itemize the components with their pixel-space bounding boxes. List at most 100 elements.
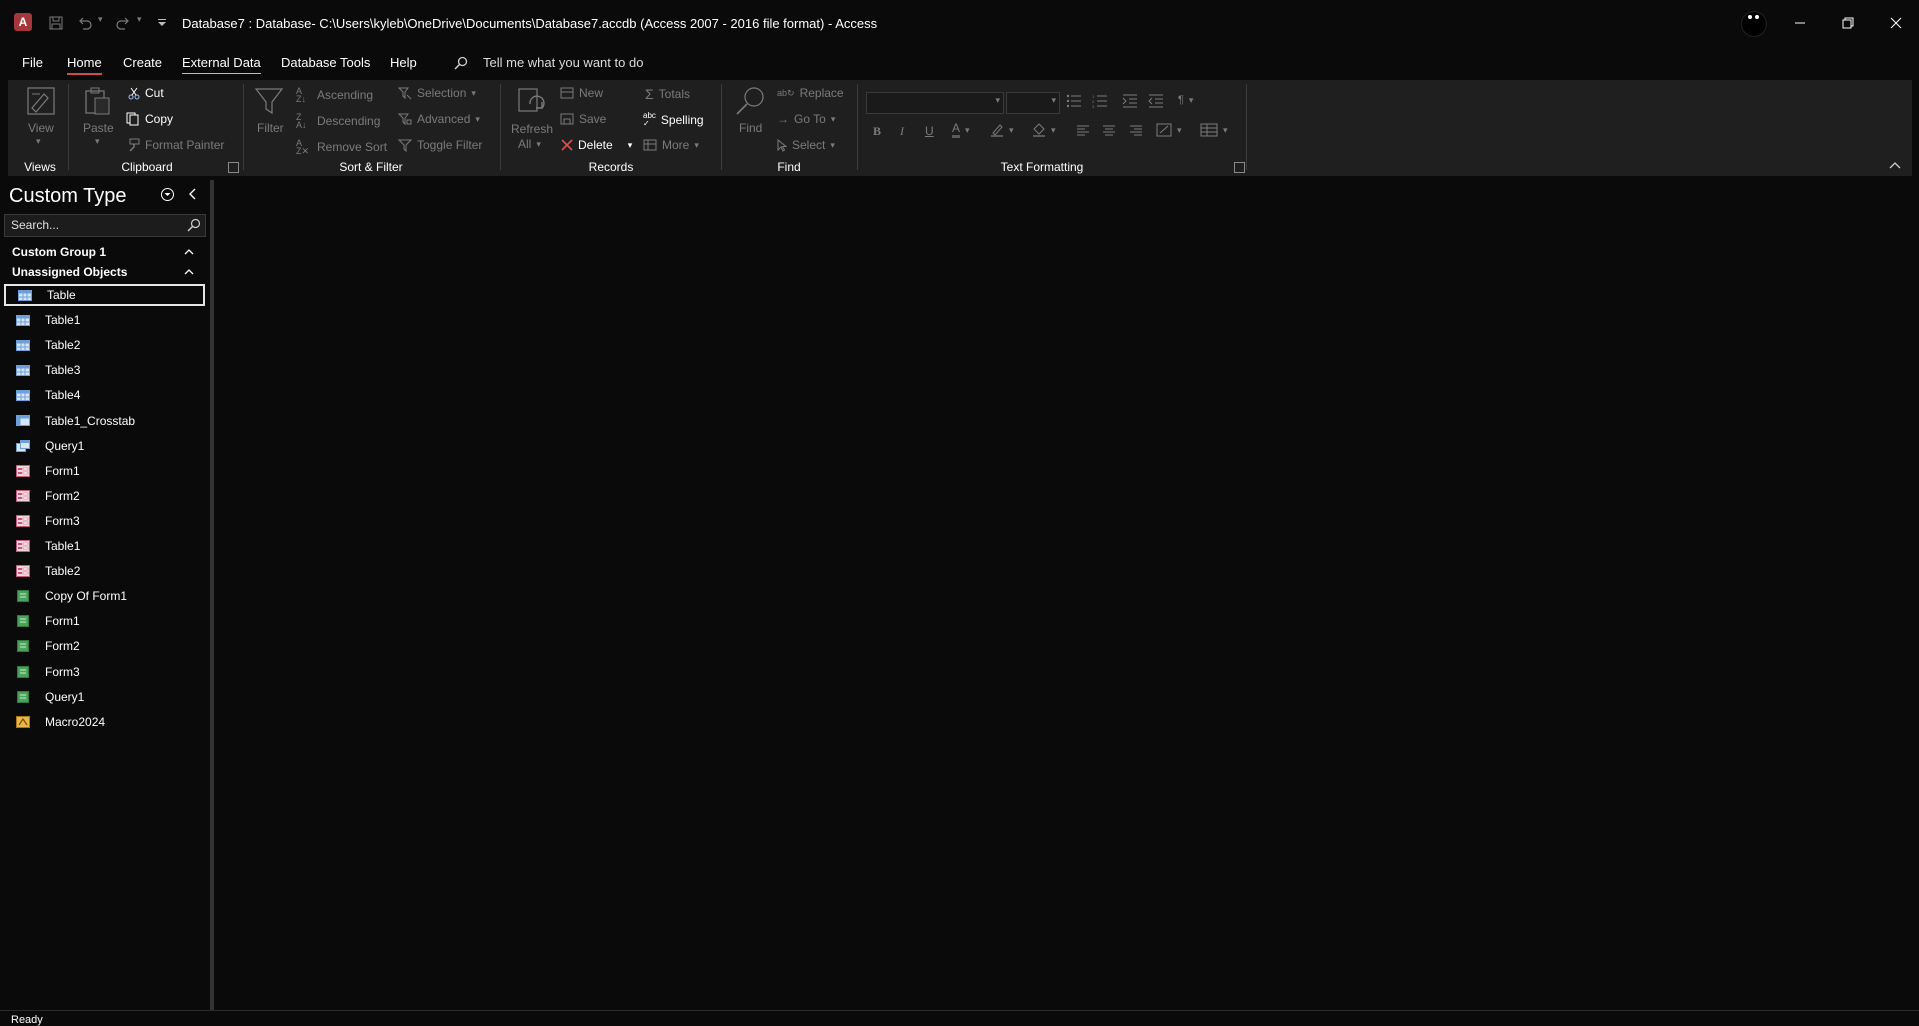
font-name-combo[interactable]: ▾ bbox=[866, 92, 1004, 114]
paste-button[interactable]: Paste bbox=[83, 121, 114, 135]
tab-external-data[interactable]: External Data bbox=[182, 55, 261, 74]
redo-icon[interactable] bbox=[112, 12, 134, 34]
background-color-button[interactable]: ▾ bbox=[1032, 123, 1056, 137]
nav-item[interactable]: Table1 bbox=[4, 535, 205, 557]
chevron-up-icon[interactable] bbox=[184, 248, 194, 255]
replace-button[interactable]: ab↻ Replace bbox=[777, 86, 844, 100]
nav-item[interactable]: Form3 bbox=[4, 510, 205, 532]
selection-button[interactable]: Selection ▾ bbox=[398, 86, 476, 100]
filter-button[interactable]: Filter bbox=[257, 121, 284, 135]
clipboard-dialog-launcher-icon[interactable] bbox=[228, 162, 239, 173]
goto-label: Go To bbox=[794, 112, 826, 126]
redo-dropdown-icon[interactable]: ▾ bbox=[137, 14, 142, 25]
align-center-icon[interactable] bbox=[1102, 125, 1116, 137]
nav-item[interactable]: Form2 bbox=[4, 635, 205, 657]
restore-button[interactable] bbox=[1825, 0, 1871, 46]
delete-button[interactable]: Delete ▾ bbox=[561, 138, 632, 152]
close-button[interactable] bbox=[1873, 0, 1919, 46]
advanced-button[interactable]: Advanced ▾ bbox=[398, 112, 480, 126]
undo-dropdown-icon[interactable]: ▾ bbox=[98, 14, 103, 25]
font-size-combo[interactable]: ▾ bbox=[1006, 92, 1060, 114]
nav-item[interactable]: Table2 bbox=[4, 560, 205, 582]
increase-indent-icon[interactable] bbox=[1122, 94, 1138, 108]
nav-item[interactable]: Table2 bbox=[4, 334, 205, 356]
numbering-icon[interactable]: 123 bbox=[1092, 94, 1108, 108]
font-color-button[interactable]: A ▾ bbox=[952, 122, 970, 138]
refresh-all-button[interactable]: Refresh bbox=[511, 122, 553, 136]
new-record-button[interactable]: New bbox=[560, 86, 603, 100]
spelling-button[interactable]: abc ✓ Spelling bbox=[643, 112, 704, 128]
copy-button[interactable]: Copy bbox=[126, 112, 173, 126]
search-icon[interactable] bbox=[187, 218, 201, 232]
paragraph-direction-icon[interactable]: ¶ ▾ bbox=[1178, 94, 1193, 106]
ascending-label: Ascending bbox=[317, 88, 374, 102]
undo-icon[interactable] bbox=[74, 12, 96, 34]
text-formatting-dialog-launcher-icon[interactable] bbox=[1234, 162, 1245, 173]
save-icon[interactable] bbox=[45, 12, 67, 34]
tab-help[interactable]: Help bbox=[390, 55, 417, 70]
more-button[interactable]: More ▾ bbox=[643, 138, 699, 152]
nav-menu-dropdown-icon[interactable] bbox=[160, 187, 175, 202]
chevron-up-icon[interactable] bbox=[184, 268, 194, 275]
nav-item[interactable]: Table3 bbox=[4, 359, 205, 381]
lightbulb-search-icon[interactable] bbox=[454, 56, 468, 70]
paste-dropdown-icon[interactable]: ▾ bbox=[95, 136, 100, 147]
shutter-bar-close-icon[interactable] bbox=[188, 188, 197, 200]
totals-button[interactable]: Σ Totals bbox=[645, 86, 690, 102]
remove-sort-button[interactable]: A Z✕ Remove Sort bbox=[296, 139, 387, 156]
user-avatar[interactable] bbox=[1741, 11, 1767, 37]
nav-group-unassigned-objects[interactable]: Unassigned Objects bbox=[12, 265, 127, 279]
tab-database-tools[interactable]: Database Tools bbox=[281, 55, 370, 70]
toggle-filter-button[interactable]: Toggle Filter bbox=[398, 138, 482, 152]
decrease-indent-icon[interactable] bbox=[1148, 94, 1164, 108]
minimize-button[interactable] bbox=[1777, 0, 1823, 46]
cut-button[interactable]: Cut bbox=[128, 86, 164, 100]
bullets-icon[interactable] bbox=[1066, 94, 1082, 108]
view-button[interactable]: View bbox=[28, 121, 54, 135]
find-button[interactable]: Find bbox=[739, 121, 762, 135]
navigation-pane-title[interactable]: Custom Type bbox=[9, 185, 126, 208]
nav-item[interactable]: Table1 bbox=[4, 309, 205, 331]
access-app-icon[interactable]: A bbox=[14, 13, 32, 31]
find-group-label: Find bbox=[777, 160, 801, 174]
ribbon-separator bbox=[721, 84, 722, 170]
clipboard-group-label: Clipboard bbox=[121, 160, 173, 174]
nav-group-custom-group-1[interactable]: Custom Group 1 bbox=[12, 245, 106, 259]
tab-file[interactable]: File bbox=[22, 55, 43, 70]
ascending-button[interactable]: A Z↓ Ascending bbox=[296, 87, 374, 104]
align-left-icon[interactable] bbox=[1076, 125, 1090, 137]
nav-item[interactable]: Form1 bbox=[4, 460, 205, 482]
filter-funnel-icon bbox=[254, 86, 284, 116]
tab-create[interactable]: Create bbox=[123, 55, 162, 70]
nav-item[interactable]: Query1 bbox=[4, 435, 205, 457]
navigation-search-input[interactable] bbox=[11, 218, 181, 232]
bold-button[interactable]: B bbox=[873, 124, 881, 139]
customize-quick-access-icon[interactable] bbox=[151, 12, 173, 34]
nav-item[interactable]: Form2 bbox=[4, 485, 205, 507]
select-button[interactable]: Select ▾ bbox=[777, 138, 835, 152]
descending-button[interactable]: Z A↓ Descending bbox=[296, 113, 380, 130]
more-label: More bbox=[662, 138, 690, 152]
collapse-ribbon-icon[interactable] bbox=[1889, 161, 1901, 169]
save-record-button[interactable]: Save bbox=[560, 112, 606, 126]
nav-item[interactable]: Copy Of Form1 bbox=[4, 585, 205, 607]
nav-item[interactable]: Table1_Crosstab bbox=[4, 410, 205, 432]
table-icon bbox=[15, 363, 31, 377]
underline-button[interactable]: U bbox=[925, 124, 934, 138]
goto-button[interactable]: → Go To ▾ bbox=[777, 112, 835, 126]
align-right-icon[interactable] bbox=[1129, 125, 1143, 137]
nav-item[interactable]: Query1 bbox=[4, 686, 205, 708]
nav-item[interactable]: Form3 bbox=[4, 661, 205, 683]
nav-item[interactable]: Form1 bbox=[4, 610, 205, 632]
nav-item[interactable]: Table4 bbox=[4, 384, 205, 406]
highlight-color-button[interactable]: ▾ bbox=[990, 123, 1014, 137]
italic-button[interactable]: I bbox=[900, 124, 904, 139]
nav-item[interactable]: Table bbox=[4, 284, 205, 306]
view-dropdown-icon[interactable]: ▾ bbox=[36, 136, 41, 147]
tab-home[interactable]: Home bbox=[67, 55, 102, 75]
nav-item[interactable]: Macro2024 bbox=[4, 711, 205, 733]
gridlines-icon[interactable]: ▾ bbox=[1200, 123, 1228, 137]
format-painter-button[interactable]: Format Painter bbox=[126, 138, 224, 152]
conditional-formatting-icon[interactable]: ▾ bbox=[1156, 123, 1182, 137]
tell-me-search[interactable]: Tell me what you want to do bbox=[483, 55, 643, 70]
